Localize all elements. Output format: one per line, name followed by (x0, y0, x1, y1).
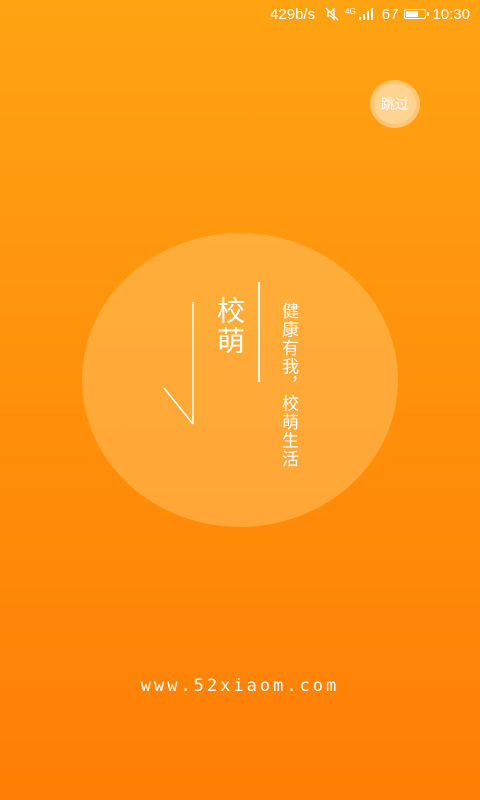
network-speed: 429b/s (270, 5, 316, 23)
divider-line (258, 282, 260, 382)
signal-icon (358, 7, 374, 21)
slogan: 健康有我，校萌生活 (278, 302, 298, 469)
brand-title: 校萌 (213, 296, 246, 356)
status-bar: 429b/s 4G 67 10:30 (0, 0, 480, 28)
battery-level: 67 (381, 5, 399, 23)
network-type: 4G (345, 6, 356, 16)
status-time: 10:30 (432, 5, 470, 23)
decorative-stroke-icon (163, 302, 194, 425)
website-url: www.52xiaom.com (140, 676, 340, 696)
skip-button[interactable]: 跳过 (370, 80, 420, 128)
mute-icon (325, 7, 339, 21)
battery-fill (406, 11, 418, 17)
skip-button-label: 跳过 (374, 84, 416, 124)
splash-circle (82, 233, 398, 527)
battery-icon (404, 9, 430, 19)
